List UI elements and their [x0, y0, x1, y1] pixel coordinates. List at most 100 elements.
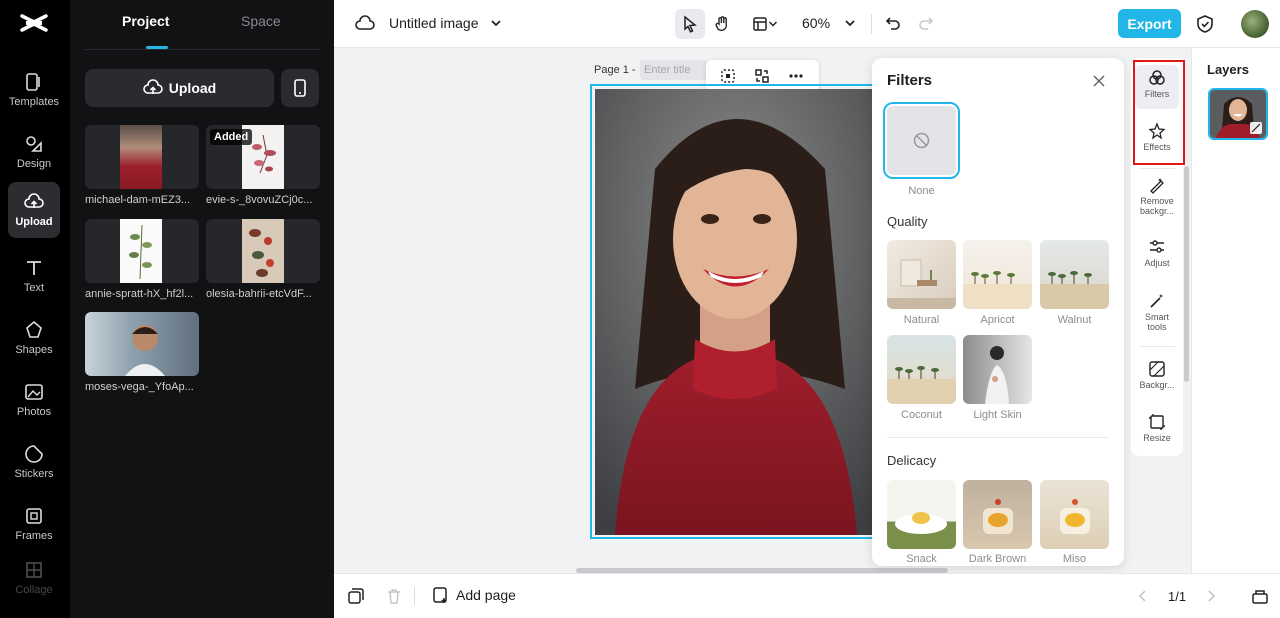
- filter-natural[interactable]: [887, 240, 956, 309]
- natural-thumbnail: [887, 259, 956, 309]
- next-page-icon[interactable]: [1202, 587, 1220, 605]
- zoom-level[interactable]: 60%: [802, 15, 830, 31]
- filter-snack[interactable]: [887, 480, 956, 549]
- page-manager-icon[interactable]: [1251, 587, 1269, 605]
- filter-apricot[interactable]: [963, 240, 1032, 309]
- smart-tools-icon: [1150, 294, 1163, 308]
- previous-page-icon[interactable]: [1134, 587, 1152, 605]
- layers-panel: Layers: [1191, 48, 1280, 573]
- strip-divider: [1139, 168, 1175, 169]
- delete-page-icon[interactable]: [385, 587, 403, 605]
- text-icon: [27, 261, 41, 275]
- highlight-annotation-box: [1133, 60, 1185, 165]
- added-badge: Added: [210, 129, 253, 145]
- app-root: Templates Design Upload Text Shapes Phot…: [0, 0, 1280, 618]
- tab-project[interactable]: Project: [122, 13, 169, 29]
- layer-item[interactable]: [1208, 88, 1268, 140]
- phone-upload-button[interactable]: [281, 69, 319, 107]
- redo-icon[interactable]: [918, 15, 934, 31]
- export-button[interactable]: Export: [1118, 9, 1181, 38]
- upload-button[interactable]: Upload: [85, 69, 274, 107]
- layout-dropdown-button[interactable]: [744, 9, 786, 39]
- filter-label: Apricot: [980, 314, 1015, 326]
- rail-item-text[interactable]: Text: [8, 248, 60, 304]
- rail-item-photos[interactable]: Photos: [8, 372, 60, 428]
- cloud-sync-icon[interactable]: [355, 14, 375, 32]
- rail-item-frames[interactable]: Frames: [8, 496, 60, 552]
- collage-icon: [26, 562, 42, 578]
- asset-name: michael-dam-mEZ3...: [85, 194, 191, 206]
- undo-icon[interactable]: [885, 15, 901, 31]
- replace-button[interactable]: [752, 66, 772, 86]
- rail-item-collage[interactable]: Collage: [8, 558, 60, 598]
- asset-name: moses-vega-_YfoAp...: [85, 381, 194, 393]
- rail-item-stickers[interactable]: Stickers: [8, 434, 60, 490]
- asset-tile[interactable]: [85, 219, 199, 283]
- asset-tile[interactable]: [85, 312, 199, 376]
- section-delicacy: Delicacy: [887, 453, 937, 468]
- cursor-icon: [684, 15, 697, 33]
- frames-icon: [26, 508, 42, 524]
- tool-label: Remove backgr...: [1139, 196, 1175, 216]
- berries-illustration: [249, 229, 274, 277]
- tool-adjust[interactable]: Adjust: [1135, 238, 1179, 268]
- rail-item-label: Design: [16, 158, 52, 170]
- filter-walnut[interactable]: [1040, 240, 1109, 309]
- asset-tile[interactable]: [206, 219, 320, 283]
- filter-coconut[interactable]: [887, 335, 956, 404]
- tab-space[interactable]: Space: [241, 13, 281, 29]
- capcut-logo-icon[interactable]: [20, 10, 48, 36]
- section-quality: Quality: [887, 214, 928, 229]
- asset-name: evie-s-_8vovuZCj0c...: [206, 194, 313, 206]
- close-icon[interactable]: [1091, 73, 1107, 89]
- rail-item-shapes[interactable]: Shapes: [8, 310, 60, 366]
- more-options-button[interactable]: [786, 66, 806, 86]
- select-tool-button[interactable]: [675, 9, 705, 39]
- vertical-scrollbar[interactable]: [1184, 166, 1189, 382]
- rail-item-design[interactable]: Design: [8, 124, 60, 180]
- filter-label: Dark Brown: [968, 553, 1027, 565]
- asset-tile[interactable]: [85, 125, 199, 189]
- section-divider: [887, 437, 1109, 438]
- rail-item-templates[interactable]: Templates: [8, 62, 60, 118]
- design-icon: [26, 136, 42, 152]
- asset-tile[interactable]: Added: [206, 125, 320, 189]
- tool-resize[interactable]: Resize: [1135, 413, 1179, 443]
- rail-item-label: Text: [23, 282, 45, 294]
- templates-icon: [26, 73, 40, 91]
- user-avatar[interactable]: [1241, 10, 1269, 38]
- hand-tool-button[interactable]: [708, 9, 738, 39]
- no-filter-icon: [913, 132, 930, 149]
- background-icon: [1149, 361, 1165, 377]
- tool-background[interactable]: Backgr...: [1135, 360, 1179, 390]
- resize-icon: [1149, 414, 1165, 430]
- filter-none[interactable]: [883, 102, 960, 179]
- select-area-button[interactable]: [718, 66, 738, 86]
- shapes-icon: [26, 320, 42, 338]
- add-page-button[interactable]: Add page: [432, 586, 516, 604]
- bottom-toolbar: Add page 1/1: [334, 573, 1280, 618]
- tool-smart-tools[interactable]: Smart tools: [1135, 292, 1179, 332]
- tool-remove-background[interactable]: Remove backgr...: [1135, 176, 1179, 216]
- chevron-down-icon[interactable]: [490, 18, 502, 28]
- asset-thumbnail: [120, 125, 162, 189]
- cake-thumbnail: [983, 499, 1013, 534]
- filter-light-skin[interactable]: [963, 335, 1032, 404]
- selected-image-frame[interactable]: [590, 84, 880, 539]
- canvas-photo[interactable]: [595, 89, 875, 535]
- zoom-chevron-down-icon[interactable]: [844, 18, 856, 28]
- plant-illustration: [129, 224, 152, 280]
- add-page-icon: [433, 587, 447, 603]
- document-title[interactable]: Untitled image: [389, 15, 479, 31]
- tool-label: Smart tools: [1144, 312, 1169, 332]
- page-title-input[interactable]: Enter title: [640, 60, 708, 80]
- layers-title: Layers: [1207, 62, 1249, 77]
- filter-dark-brown[interactable]: [963, 480, 1032, 549]
- rail-item-upload[interactable]: Upload: [8, 182, 60, 238]
- duplicate-page-icon[interactable]: [347, 587, 365, 605]
- shield-icon[interactable]: [1196, 14, 1214, 34]
- active-tab-indicator: [146, 46, 168, 49]
- photos-icon: [25, 384, 43, 400]
- top-toolbar: Untitled image 60% Export: [334, 0, 1280, 48]
- filter-miso[interactable]: [1040, 480, 1109, 549]
